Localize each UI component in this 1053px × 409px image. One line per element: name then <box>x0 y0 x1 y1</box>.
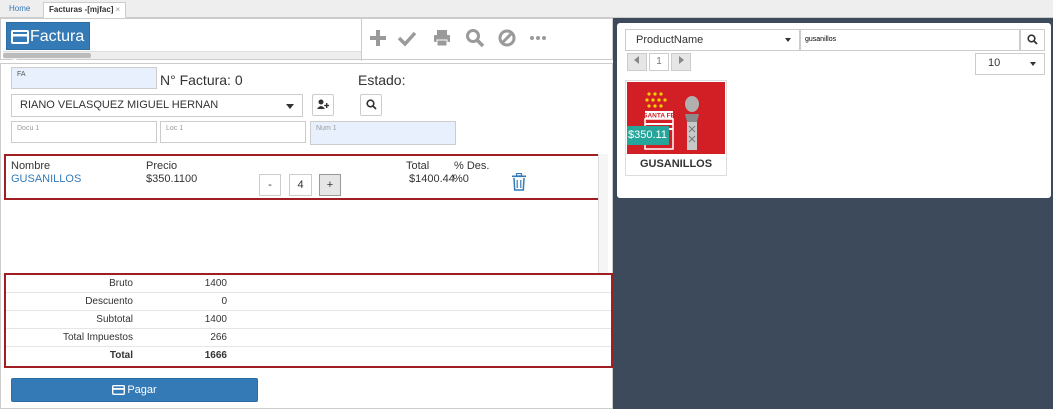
check-icon[interactable] <box>397 28 419 50</box>
col-name-header: Nombre <box>11 160 51 172</box>
invoice-panel: Factura 1 FA N° Factura: 0 Estado: RIANO… <box>0 18 613 409</box>
product-search-button[interactable] <box>1020 29 1045 51</box>
product-panel: ProductName gusanillos 1 10 SANTA FE $35… <box>617 23 1051 198</box>
plus-icon[interactable] <box>368 28 390 50</box>
items-table: Nombre Precio Total % Des. GUSANILLOS $3… <box>4 154 600 200</box>
client-select[interactable]: RIANO VELASQUEZ MIGUEL HERNAN <box>11 94 303 117</box>
search-icon <box>1027 34 1038 45</box>
card-icon <box>11 30 29 44</box>
items-scrollbar[interactable] <box>598 154 608 274</box>
impuestos-value: 266 <box>210 332 227 343</box>
chevron-down-icon <box>785 38 791 42</box>
field-select[interactable]: ProductName <box>625 29 800 51</box>
page-size-value: 10 <box>988 57 1001 69</box>
total-value: 1666 <box>204 350 227 361</box>
item-name-link[interactable]: GUSANILLOS <box>11 173 81 185</box>
ban-icon[interactable] <box>497 28 519 50</box>
field-select-value: ProductName <box>636 34 704 46</box>
subtotal-label: Subtotal <box>96 314 133 325</box>
impuestos-label: Total Impuestos <box>62 332 133 343</box>
item-price: $350.1100 <box>146 173 198 185</box>
descuento-value: 0 <box>221 296 227 307</box>
chevron-left-icon <box>634 56 639 64</box>
totals-table: Bruto 1400 Descuento 0 Subtotal 1400 Total … <box>4 273 613 368</box>
qty-value[interactable]: 4 <box>289 174 312 196</box>
chevron-right-icon <box>679 56 684 64</box>
total-label: Total <box>109 350 133 361</box>
trash-icon[interactable] <box>511 173 527 191</box>
invoice-number-label: N° Factura: 0 <box>160 72 243 88</box>
search-icon[interactable] <box>465 28 487 50</box>
item-total: $1400.44 <box>409 173 455 185</box>
prev-page-button[interactable] <box>627 53 647 71</box>
invoice-header: Factura 1 <box>0 18 613 73</box>
item-discount: %0 <box>453 173 469 185</box>
totals-row: Total 1666 <box>6 347 611 365</box>
price-tag: $350.11 <box>627 126 669 145</box>
tab-facturas-label: Facturas -[mjfac] <box>49 5 114 14</box>
client-value: RIANO VELASQUEZ MIGUEL HERNAN <box>20 99 219 111</box>
close-tab-icon[interactable]: × <box>115 5 120 14</box>
next-page-button[interactable] <box>671 53 691 71</box>
totals-row: Total Impuestos 266 <box>6 329 611 347</box>
pay-label: Pagar <box>127 384 157 396</box>
chevron-down-icon <box>1030 62 1036 66</box>
print-icon[interactable] <box>432 28 454 50</box>
totals-row: Subtotal 1400 <box>6 311 611 329</box>
totals-row: Bruto 1400 <box>6 275 611 293</box>
search-icon <box>365 99 377 110</box>
bruto-value: 1400 <box>204 278 227 289</box>
descuento-label: Descuento <box>85 296 133 307</box>
chevron-down-icon <box>286 104 294 109</box>
page-size-select[interactable]: 10 <box>975 53 1045 75</box>
more-icon[interactable] <box>528 28 550 50</box>
tab-bar: Home Facturas -[mjfac] × <box>0 0 1053 18</box>
docu-field[interactable]: Docu 1 <box>11 121 157 143</box>
pay-button[interactable]: Pagar <box>11 378 258 402</box>
product-card-name: GUSANILLOS <box>639 158 713 170</box>
col-total-header: Total <box>406 160 430 172</box>
loc-field[interactable]: Loc 1 <box>160 121 306 143</box>
tab-facturas[interactable]: Facturas -[mjfac] × <box>43 2 127 18</box>
qty-plus-button[interactable]: + <box>319 174 341 196</box>
toolbar <box>361 19 613 61</box>
invoice-form: FA N° Factura: 0 Estado: RIANO VELASQUEZ… <box>0 63 613 409</box>
page-number[interactable]: 1 <box>649 53 669 71</box>
status-label: Estado: <box>358 72 406 88</box>
type-code-field[interactable]: FA <box>11 67 157 89</box>
col-price-header: Precio <box>146 160 178 172</box>
product-image: SANTA FE $350.11 <box>627 82 725 154</box>
qty-minus-button[interactable]: - <box>259 174 281 196</box>
tab-home[interactable]: Home <box>4 2 35 18</box>
product-search-input[interactable]: gusanillos <box>800 29 1020 51</box>
totals-row: Descuento 0 <box>6 293 611 311</box>
add-user-icon <box>317 99 330 109</box>
product-card[interactable]: SANTA FE $350.11 GUSANILLOS <box>625 80 727 176</box>
search-client-button[interactable] <box>360 94 382 116</box>
add-client-button[interactable] <box>312 94 334 116</box>
card-icon <box>112 384 126 396</box>
num-field[interactable]: Num 1 <box>310 121 456 145</box>
invoice-title-button[interactable]: Factura 1 <box>6 22 90 73</box>
header-scrollbar[interactable] <box>3 51 361 59</box>
col-discount-header: % Des. <box>454 160 490 172</box>
bruto-label: Bruto <box>109 278 133 289</box>
subtotal-value: 1400 <box>204 314 227 325</box>
